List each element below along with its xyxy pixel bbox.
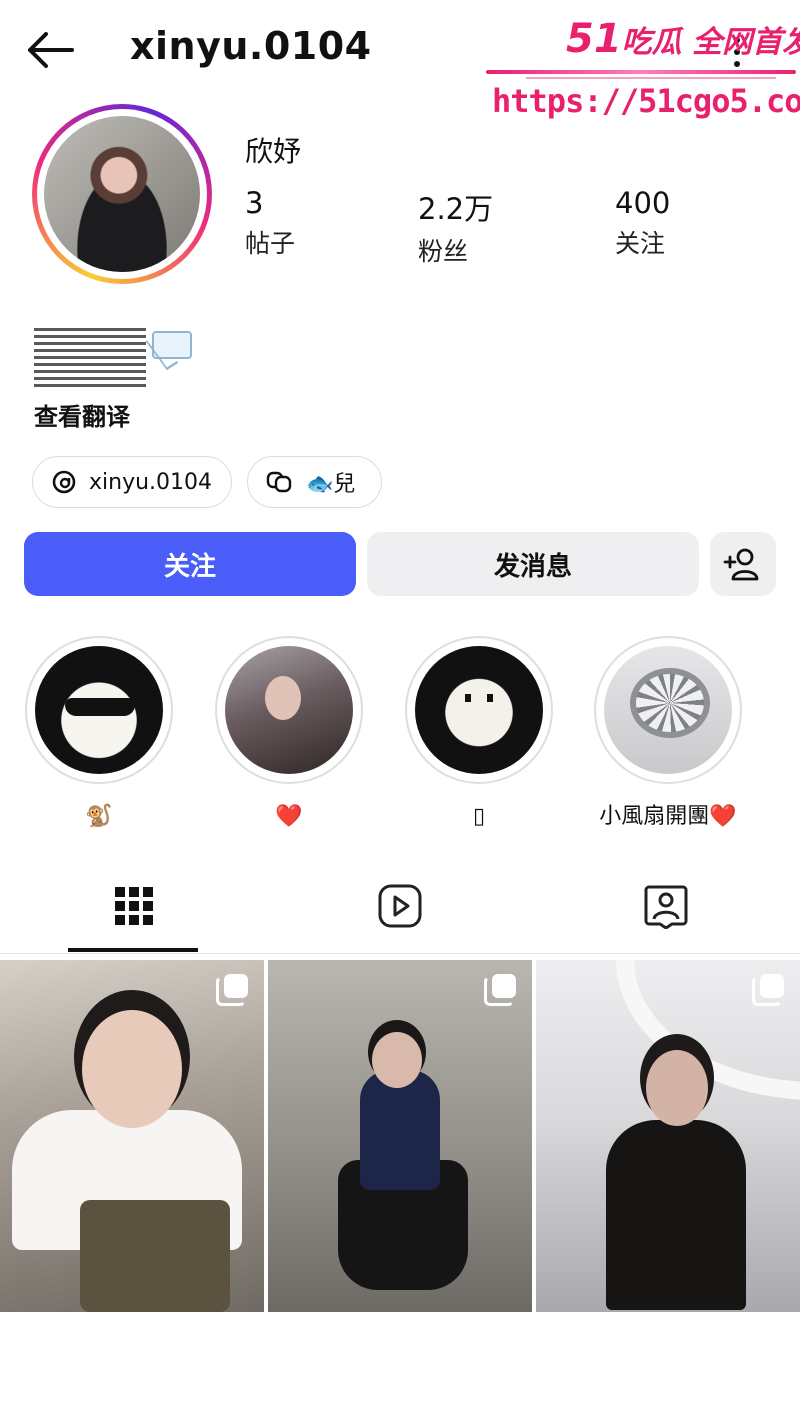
- suggested-users-button[interactable]: [710, 532, 776, 596]
- highlight-cover: [604, 646, 732, 774]
- avatar: [44, 116, 200, 272]
- stat-followers[interactable]: 2.2万 粉丝: [418, 186, 493, 268]
- linked-accounts-icon: [266, 471, 292, 493]
- story-highlight[interactable]: ▯: [404, 636, 554, 832]
- figure-torso: [360, 1070, 440, 1190]
- stat-posts[interactable]: 3 帖子: [245, 186, 295, 260]
- post-thumbnail[interactable]: [536, 960, 800, 1312]
- grid-icon: [115, 887, 153, 925]
- stat-followers-label: 粉丝: [418, 237, 469, 266]
- watermark-url: https://51cgo5.com: [492, 82, 800, 120]
- display-name: 欣妤: [245, 135, 302, 168]
- bio-obscured-text: [34, 325, 146, 387]
- highlight-cover: [415, 646, 543, 774]
- story-highlight[interactable]: 小風扇開團❤️: [593, 636, 743, 832]
- figure-torso: [606, 1120, 746, 1310]
- arrow-left-icon: [28, 32, 74, 68]
- stat-following[interactable]: 400 关注: [615, 186, 670, 260]
- see-translation-link[interactable]: 查看翻译: [34, 397, 130, 432]
- back-button[interactable]: [22, 28, 78, 72]
- follow-button[interactable]: 关注: [24, 532, 356, 596]
- highlight-caption: 🐒: [85, 804, 113, 829]
- tab-reels[interactable]: [370, 880, 430, 932]
- watermark: 51吃瓜 全网首发 https://51cgo5.com: [486, 8, 800, 120]
- threads-link-chip[interactable]: xinyu.0104: [32, 456, 232, 508]
- tab-tagged[interactable]: [636, 880, 696, 932]
- stat-posts-value: 3: [245, 186, 264, 220]
- tagged-user-icon: [644, 885, 688, 929]
- watermark-divider-thin: [526, 77, 776, 79]
- post-thumbnail[interactable]: [268, 960, 532, 1312]
- watermark-divider: [486, 70, 796, 74]
- story-highlight[interactable]: 🐒: [24, 636, 174, 832]
- figure-pants: [80, 1200, 230, 1312]
- bio: 查看翻译: [34, 325, 194, 432]
- watermark-brand-number: 51: [566, 16, 622, 62]
- reels-icon: [378, 884, 422, 928]
- message-button[interactable]: 发消息: [367, 532, 699, 596]
- tab-posts-grid[interactable]: [104, 880, 164, 932]
- carousel-icon: [216, 974, 248, 1006]
- story-highlight[interactable]: ❤️: [214, 636, 364, 832]
- stat-following-value: 400: [615, 186, 671, 220]
- envelope-icon: [152, 331, 192, 359]
- avatar-story-ring[interactable]: [32, 104, 212, 284]
- add-user-icon: [723, 548, 759, 581]
- figure-head: [82, 1010, 182, 1128]
- linked-account-chip[interactable]: 🐟兒: [247, 456, 382, 508]
- watermark-brand: 51吃瓜 全网首发: [566, 16, 800, 62]
- sunglasses-icon: [65, 698, 135, 716]
- highlight-ring: [215, 636, 363, 784]
- face-shape: [265, 676, 301, 720]
- figure-head: [646, 1050, 708, 1126]
- highlight-ring: [25, 636, 173, 784]
- highlight-caption: 小風扇開團❤️: [599, 804, 737, 829]
- highlight-cover: [35, 646, 163, 774]
- stat-posts-label: 帖子: [245, 229, 296, 258]
- highlight-caption: ▯: [472, 804, 486, 829]
- stat-followers-value: 2.2万: [418, 192, 494, 226]
- profile-username: xinyu.0104: [130, 24, 372, 68]
- avatar-frame: [37, 109, 207, 279]
- highlight-caption: ❤️: [275, 804, 303, 829]
- threads-username: xinyu.0104: [89, 469, 213, 495]
- dog-eyes: [465, 694, 493, 702]
- stat-following-label: 关注: [615, 229, 666, 258]
- carousel-icon: [752, 974, 784, 1006]
- watermark-brand-text: 吃瓜 全网首发: [621, 25, 800, 60]
- profile-tabs: [0, 860, 800, 954]
- threads-icon: [52, 470, 76, 494]
- figure-head: [372, 1032, 422, 1088]
- highlight-cover: [225, 646, 353, 774]
- active-tab-indicator: [68, 948, 198, 952]
- post-thumbnail[interactable]: [0, 960, 264, 1312]
- carousel-icon: [484, 974, 516, 1006]
- linked-account-name: 🐟兒: [306, 472, 356, 497]
- fan-icon: [630, 668, 710, 738]
- highlight-ring: [405, 636, 553, 784]
- highlight-ring: [594, 636, 742, 784]
